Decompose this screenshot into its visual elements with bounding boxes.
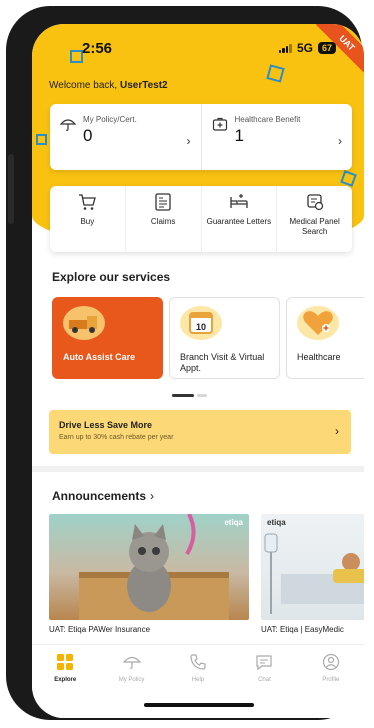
- profile-icon: [322, 653, 339, 671]
- tab-chat[interactable]: Chat: [231, 645, 297, 683]
- claim-doc-icon: [155, 193, 171, 211]
- calendar-day: 10: [196, 322, 206, 332]
- phone-frame: UAT 2:56 5G 67 Welcome back, UserTest2 M…: [6, 6, 364, 720]
- medical-kit-icon: [212, 117, 227, 131]
- tab-label: Explore: [54, 677, 77, 683]
- service-card-branch-visit[interactable]: 10 Branch Visit & Virtual Appt.: [169, 297, 280, 379]
- heart-health-icon: [297, 306, 339, 340]
- service-card-healthcare[interactable]: Healthcare: [286, 297, 364, 379]
- tab-label: Profile: [322, 677, 340, 683]
- hospital-image: etiqa: [261, 514, 364, 620]
- announcement-card[interactable]: etiqa UAT: Etiqa | EasyMedic: [261, 514, 364, 634]
- app-screen: UAT 2:56 5G 67 Welcome back, UserTest2 M…: [32, 24, 364, 718]
- brand-logo: etiqa: [267, 518, 286, 527]
- hospital-bed-icon: [230, 194, 248, 208]
- medical-panel-search-button[interactable]: Medical Panel Search: [276, 186, 352, 252]
- username: UserTest2: [119, 80, 168, 91]
- network-type: 5G: [296, 41, 313, 55]
- service-label: Healthcare: [297, 352, 341, 362]
- bottom-tab-bar: Explore My Policy Help Chat Profile: [32, 644, 364, 718]
- brand-logo: etiqa: [224, 518, 243, 527]
- my-policy-summary[interactable]: My Policy/Cert. 0 ›: [50, 104, 201, 170]
- pager-dot: [197, 394, 207, 397]
- phone-side-button: [8, 154, 14, 224]
- umbrella-icon: [60, 119, 76, 131]
- healthcare-benefit-summary[interactable]: Healthcare Benefit 1 ›: [200, 104, 353, 170]
- my-policy-count: 0: [83, 126, 93, 145]
- welcome-text: Welcome back, UserTest2: [49, 80, 168, 91]
- services-carousel: Auto Assist Care 10 Branch Visit & Virtu…: [52, 297, 364, 379]
- medical-panel-search-label: Medical Panel Search: [289, 217, 340, 236]
- service-label: Branch Visit & Virtual Appt.: [180, 352, 265, 373]
- chevron-right-icon: ›: [186, 134, 191, 148]
- signal-icon: [278, 43, 292, 53]
- status-indicators: 5G 67: [278, 41, 336, 55]
- announcements-title: Announcements: [52, 489, 147, 503]
- buy-label: Buy: [80, 217, 95, 226]
- promo-banner[interactable]: Drive Less Save More Earn up to 30% cash…: [49, 410, 351, 454]
- announcement-caption: UAT: Etiqa | EasyMedic: [261, 625, 344, 634]
- healthcare-benefit-label: Healthcare Benefit: [234, 115, 301, 124]
- chevron-right-icon: ›: [335, 424, 339, 438]
- service-card-auto-assist[interactable]: Auto Assist Care: [52, 297, 163, 379]
- chevron-right-icon: ›: [150, 489, 155, 503]
- battery-icon: 67: [317, 42, 336, 54]
- healthcare-benefit-count: 1: [234, 126, 244, 145]
- status-time: 2:56: [82, 40, 113, 57]
- welcome-prefix: Welcome back,: [49, 80, 118, 91]
- buy-button[interactable]: Buy: [50, 186, 125, 252]
- phone-icon: [190, 654, 206, 670]
- tab-explore[interactable]: Explore: [32, 645, 98, 683]
- announcements-carousel: etiqa UAT: Etiqa PAWer Insurance etiqa U…: [49, 514, 364, 634]
- chevron-right-icon: ›: [338, 134, 342, 148]
- quick-actions: Buy Claims Guarantee Letters Medical Pan…: [50, 186, 352, 252]
- claims-label: Claims: [150, 217, 176, 226]
- chat-icon: [256, 655, 273, 671]
- services-title: Explore our services: [52, 270, 171, 284]
- announcement-card[interactable]: etiqa UAT: Etiqa PAWer Insurance: [49, 514, 249, 634]
- umbrella-icon: [122, 656, 141, 669]
- announcements-link[interactable]: Announcements ›: [52, 489, 154, 503]
- pager-dot-active: [172, 394, 194, 397]
- guarantee-letters-button[interactable]: Guarantee Letters: [200, 186, 277, 252]
- tow-truck-icon: [63, 306, 105, 340]
- tab-my-policy[interactable]: My Policy: [98, 645, 164, 683]
- location-clinic-icon: [306, 194, 323, 211]
- decor-square: [36, 134, 47, 145]
- tab-help[interactable]: Help: [165, 645, 231, 683]
- promo-title: Drive Less Save More: [59, 420, 153, 430]
- service-label: Auto Assist Care: [63, 352, 136, 362]
- tab-label: Chat: [258, 677, 271, 683]
- tab-profile[interactable]: Profile: [298, 645, 364, 683]
- tab-label: Help: [191, 677, 205, 683]
- guarantee-letters-label: Guarantee Letters: [206, 217, 272, 226]
- section-divider: [32, 466, 364, 472]
- grid-icon: [57, 654, 74, 670]
- summary-card: My Policy/Cert. 0 › Healthcare Benefit 1…: [50, 104, 352, 170]
- promo-subtitle: Earn up to 30% cash rebate per year: [59, 434, 174, 441]
- tab-label: My Policy: [118, 677, 145, 683]
- calendar-icon: 10: [180, 306, 222, 340]
- cart-icon: [79, 194, 97, 210]
- my-policy-label: My Policy/Cert.: [83, 115, 137, 124]
- claims-button[interactable]: Claims: [124, 186, 201, 252]
- announcement-caption: UAT: Etiqa PAWer Insurance: [49, 625, 151, 634]
- decor-square: [266, 64, 285, 83]
- carousel-pager: [172, 394, 207, 397]
- home-indicator: [144, 703, 254, 707]
- decor-square: [340, 170, 357, 187]
- cat-image: etiqa: [49, 514, 249, 620]
